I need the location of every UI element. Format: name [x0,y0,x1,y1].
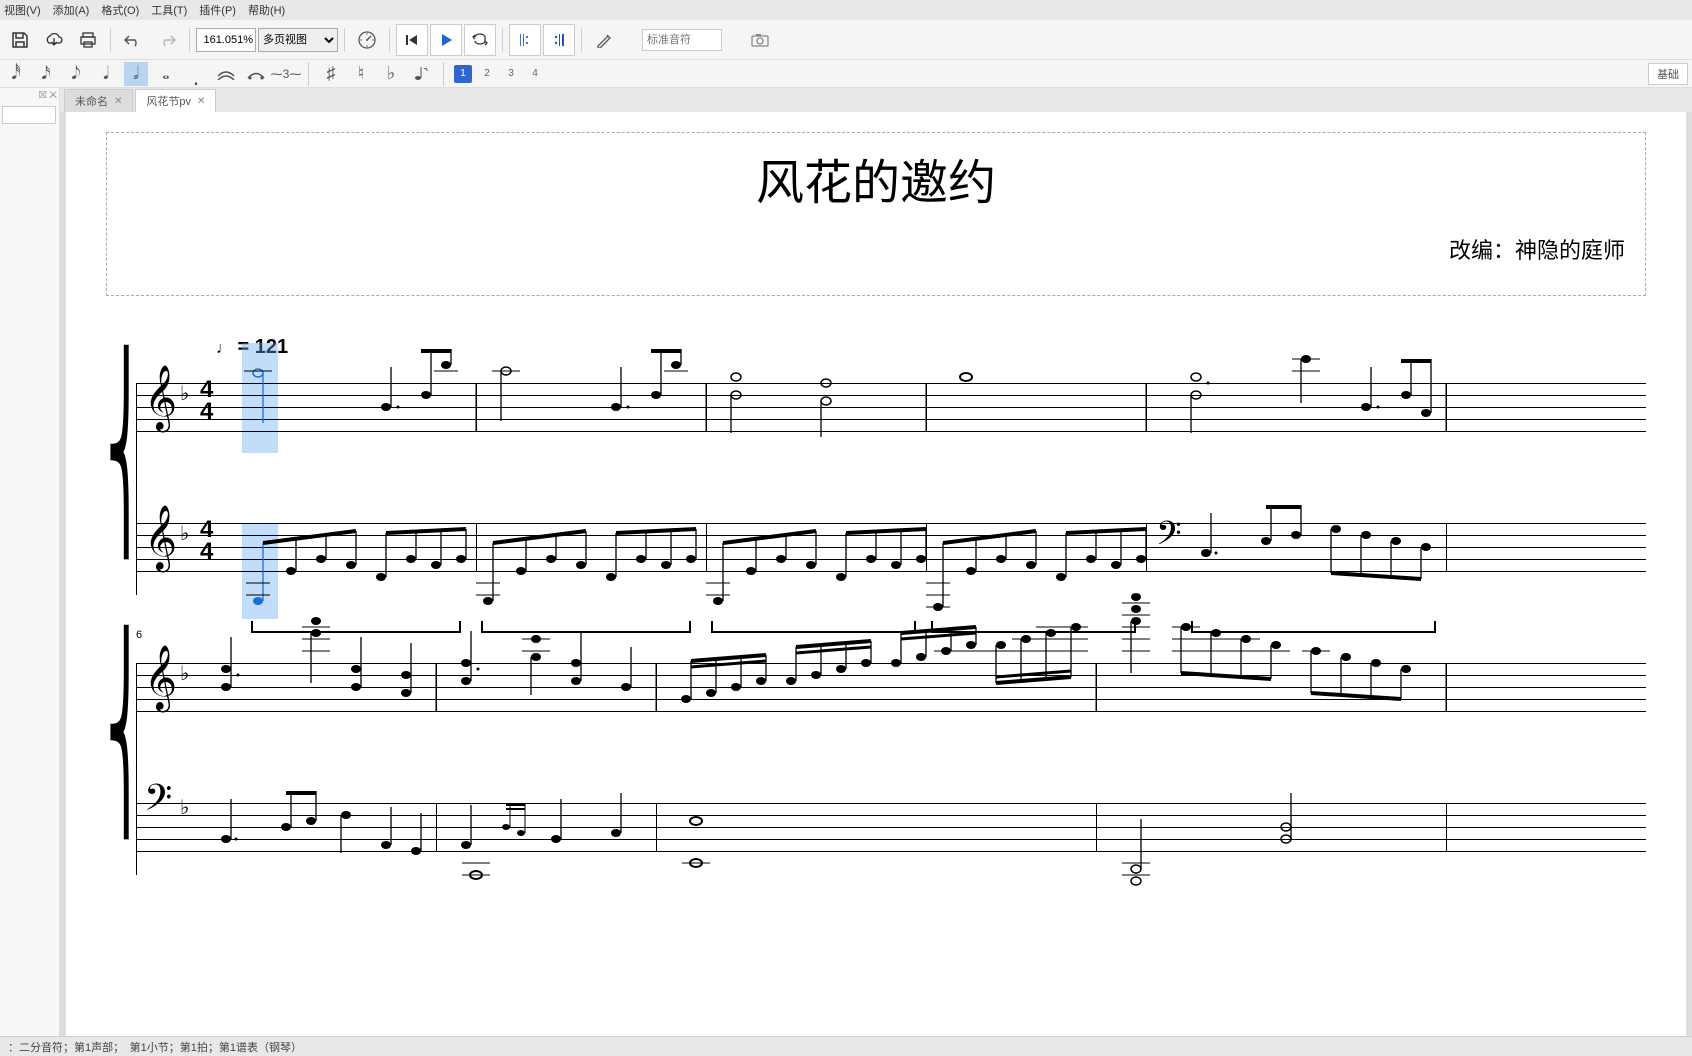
treble-staff[interactable]: 𝄞 ♭ [136,643,1646,723]
camera-icon[interactable] [744,24,776,56]
view-select[interactable]: 多页视图 [258,28,338,52]
palette-close-icon[interactable]: ⮽ ✕ [39,90,57,101]
redo-button[interactable] [151,24,183,56]
repeat-start-button[interactable] [509,24,541,56]
metronome-icon[interactable] [351,24,383,56]
score-page: 风花的邀约 改编：神隐的庭师 ♩ = 121 ⎨ [66,112,1686,1036]
note-32nd-button[interactable]: 𝅘𝅥𝅰 [4,62,28,86]
save-button[interactable] [4,24,36,56]
zoom-input[interactable] [196,28,256,52]
slur-button[interactable] [244,62,268,86]
menu-format[interactable]: 格式(O) [101,2,139,18]
treble-staff[interactable]: 𝄞 ♭ 44 [136,363,1646,443]
flat-button[interactable]: ♭ [379,62,403,86]
pedal-marking[interactable] [251,621,461,633]
close-icon[interactable]: ✕ [197,96,205,107]
note-whole-button[interactable]: 𝅝 [154,62,178,86]
bass-clef-icon: 𝄢 [1156,516,1182,560]
basic-workspace-button[interactable]: 基础 [1648,63,1688,85]
dot-button[interactable]: . [184,62,208,86]
score-title[interactable]: 风花的邀约 [127,143,1625,213]
loop-button[interactable] [464,24,496,56]
undo-button[interactable] [117,24,149,56]
treble-notes-2[interactable] [136,643,1656,763]
print-button[interactable] [72,24,104,56]
pedal-marking[interactable] [1191,621,1436,633]
notes-toolbar: 𝅘𝅥𝅰 𝅘𝅥𝅯 𝅘𝅥𝅮 𝅘𝅥 𝅗𝅥 𝅝 . ⁓3⁓ ♯ ♮ ♭ 1 2 3 4 … [0,60,1692,88]
title-frame[interactable]: 风花的邀约 改编：神隐的庭师 [106,132,1646,296]
menu-tools[interactable]: 工具(T) [151,2,187,18]
menu-help[interactable]: 帮助(H) [248,2,285,18]
tab-untitled[interactable]: 未命名✕ [64,89,133,112]
menu-add[interactable]: 添加(A) [53,2,90,18]
main-toolbar: 多页视图 [0,20,1692,60]
palette-search[interactable] [2,106,56,124]
staff-system-2: 6 ⎨ 𝄞 ♭ [106,643,1646,863]
play-button[interactable] [430,24,462,56]
document-tabs: 未命名✕ 风花节pv✕ [60,88,1692,112]
close-icon[interactable]: ✕ [114,96,122,107]
rewind-button[interactable] [396,24,428,56]
note-quarter-button[interactable]: 𝅘𝅥 [94,62,118,86]
note-16th-button[interactable]: 𝅘𝅥𝅯 [34,62,58,86]
voice-1-button[interactable]: 1 [454,65,472,83]
bass-staff[interactable]: 𝄞 ♭ 44 [136,503,1646,583]
voice-4-button[interactable]: 4 [526,65,544,83]
staff-system-1: ⎨ 𝄞 ♭ 44 [106,363,1646,583]
tab-fenghuajie[interactable]: 风花节pv✕ [135,89,216,112]
flip-button[interactable] [409,62,433,86]
edit-mode-button[interactable] [588,24,620,56]
natural-button[interactable]: ♮ [349,62,373,86]
search-input[interactable] [642,29,722,51]
note-half-button[interactable]: 𝅗𝅥 [124,62,148,86]
pedal-marking[interactable] [711,621,916,633]
status-bar: ：二分音符；第1声部； 第1小节；第1拍；第1谱表（钢琴） [0,1036,1692,1056]
note-8th-button[interactable]: 𝅘𝅥𝅮 [64,62,88,86]
treble-notes[interactable] [136,363,1656,483]
score-viewport[interactable]: 风花的邀约 改编：神隐的庭师 ♩ = 121 ⎨ [60,112,1692,1036]
sharp-button[interactable]: ♯ [319,62,343,86]
cloud-button[interactable] [38,24,70,56]
menu-view[interactable]: 视图(V) [4,2,41,18]
palette-sidebar: ⮽ ✕ [0,88,60,1036]
score-subtitle[interactable]: 改编：神隐的庭师 [127,233,1625,265]
pedal-marking[interactable] [481,621,691,633]
voice-3-button[interactable]: 3 [502,65,520,83]
tie-button[interactable] [214,62,238,86]
voice-2-button[interactable]: 2 [478,65,496,83]
menu-plugins[interactable]: 插件(P) [199,2,236,18]
repeat-end-button[interactable] [543,24,575,56]
tuplet-button[interactable]: ⁓3⁓ [274,62,298,86]
bass-staff[interactable]: 𝄢 ♭ [136,783,1646,863]
menubar: 视图(V) 添加(A) 格式(O) 工具(T) 插件(P) 帮助(H) [0,0,1692,20]
bass-notes-2[interactable] [136,783,1656,923]
